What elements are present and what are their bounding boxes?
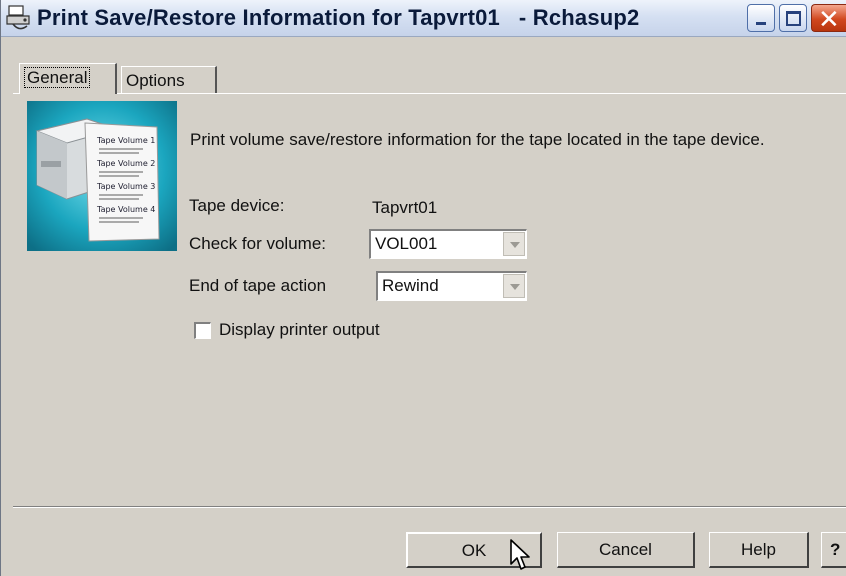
check-volume-label: Check for volume:: [189, 234, 326, 253]
illustration-line-3: Tape Volume 3: [96, 182, 155, 191]
description-text: Print volume save/restore information fo…: [190, 130, 765, 149]
dialog-window: Print Save/Restore Information for Tapvr…: [0, 0, 846, 576]
check-volume-select[interactable]: VOL001: [369, 229, 527, 259]
end-action-select[interactable]: Rewind: [376, 271, 527, 301]
cancel-button[interactable]: Cancel: [557, 532, 695, 568]
title-bar[interactable]: Print Save/Restore Information for Tapvr…: [1, 0, 846, 37]
tab-panel-border: [13, 93, 846, 94]
help-button[interactable]: Help: [709, 532, 809, 568]
whats-this-button[interactable]: ?: [821, 532, 846, 568]
tape-device-label: Tape device:: [189, 196, 285, 215]
tab-general[interactable]: General: [19, 63, 117, 94]
check-volume-value: VOL001: [375, 234, 438, 253]
illustration-line-4: Tape Volume 4: [96, 205, 155, 214]
illustration-line-1: Tape Volume 1: [96, 136, 155, 145]
illustration-line-2: Tape Volume 2: [96, 159, 155, 168]
app-icon: [6, 5, 30, 30]
tab-options[interactable]: Options: [121, 66, 217, 93]
end-action-label: End of tape action: [189, 276, 327, 295]
chevron-down-icon[interactable]: [503, 232, 525, 256]
mouse-pointer-icon: [510, 539, 530, 570]
separator-highlight: [13, 507, 846, 508]
tab-general-label: General: [24, 67, 91, 88]
printer-illustration: Tape Volume 1 Tape Volume 2 Tape Volume …: [27, 101, 177, 251]
close-icon[interactable]: ✕: [811, 4, 846, 34]
tape-device-value: Tapvrt01: [372, 198, 438, 217]
tab-options-label: Options: [126, 71, 185, 90]
end-action-value: Rewind: [382, 276, 439, 295]
display-output-label: Display printer output: [219, 320, 380, 339]
display-output-checkbox[interactable]: [194, 322, 211, 339]
chevron-down-icon[interactable]: [503, 274, 525, 298]
maximize-icon[interactable]: [779, 4, 807, 32]
window-title: Print Save/Restore Information for Tapvr…: [37, 5, 640, 30]
minimize-icon[interactable]: [747, 4, 775, 32]
